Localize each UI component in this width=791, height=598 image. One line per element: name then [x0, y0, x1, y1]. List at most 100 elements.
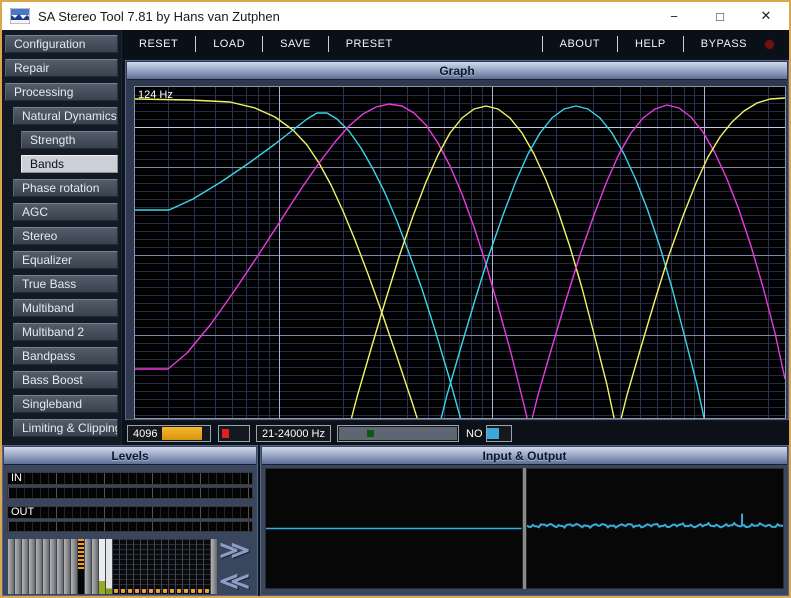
output-meter-label: OUT	[8, 507, 34, 518]
level-meter-bar	[120, 539, 126, 594]
level-meter-bar	[99, 539, 105, 594]
level-meter-bar	[162, 539, 168, 594]
level-meter-bar	[57, 539, 63, 594]
level-meter-bar	[134, 539, 140, 594]
level-meter-bar	[190, 539, 196, 594]
level-meter-bar	[127, 539, 133, 594]
input-output-panel-title: Input & Output	[262, 447, 787, 465]
frequency-slider[interactable]	[337, 425, 459, 442]
level-meter-bar	[50, 539, 56, 594]
bypass-led-indicator	[764, 39, 775, 50]
graph-status-bar: 4096 21-24000 Hz NO	[122, 422, 789, 445]
level-meter-bar	[8, 539, 14, 594]
sidebar: Configuration Repair Processing Natural Dyn…	[2, 30, 122, 445]
frequency-range-display[interactable]: 21-24000 Hz	[256, 425, 331, 442]
level-meter-bar	[36, 539, 42, 594]
level-meter-bar	[29, 539, 35, 594]
toolbar-button-preset[interactable]: PRESET	[329, 30, 410, 58]
sidebar-item-bandpass[interactable]: Bandpass	[13, 347, 118, 365]
meters-collapse-button[interactable]: ≪	[219, 570, 250, 594]
input-level-meter: IN	[7, 472, 253, 485]
absolute-toggle-off	[499, 428, 509, 439]
sidebar-item-equalizer[interactable]: Equalizer	[13, 251, 118, 269]
sidebar-item-stereo[interactable]: Stereo	[13, 227, 118, 245]
sidebar-item-bass-boost[interactable]: Bass Boost	[13, 371, 118, 389]
level-meter-bar	[155, 539, 161, 594]
clip-indicator-bar	[222, 429, 229, 438]
fft-size-bar	[162, 427, 202, 440]
level-meter-bar	[22, 539, 28, 594]
sidebar-item-phase-rotation[interactable]: Phase rotation	[13, 179, 118, 197]
levels-panel: Levels IN OUT ≫ ≪	[2, 445, 258, 596]
level-meter-bar	[78, 539, 84, 594]
levels-panel-title: Levels	[4, 447, 256, 465]
input-output-panel: Input & Output	[260, 445, 789, 596]
maximize-button[interactable]: □	[697, 2, 743, 30]
app-icon	[10, 8, 30, 24]
level-meter-bar	[176, 539, 182, 594]
level-meter-bar	[85, 539, 91, 594]
frequency-slider-handle[interactable]	[367, 430, 374, 437]
toolbar: RESETLOADSAVEPRESET ABOUTHELPBYPASS	[122, 30, 789, 58]
close-button[interactable]: ✕	[743, 2, 789, 30]
level-meter-bar	[113, 539, 119, 594]
level-meter-bar	[204, 539, 210, 594]
sidebar-item-strength[interactable]: Strength	[21, 131, 118, 149]
fft-size-value: 4096	[128, 428, 162, 440]
sidebar-item-bands[interactable]: Bands	[21, 155, 118, 173]
graph-panel-title: Graph	[127, 62, 787, 80]
input-waveform-display	[265, 468, 523, 589]
toolbar-button-about[interactable]: ABOUT	[543, 30, 617, 58]
minimize-button[interactable]: −	[651, 2, 697, 30]
level-meter-bar	[169, 539, 175, 594]
filter-curve-band-5	[435, 106, 709, 418]
absolute-toggle-on	[487, 428, 499, 439]
toolbar-button-save[interactable]: SAVE	[263, 30, 328, 58]
fft-size-control[interactable]: 4096	[127, 425, 211, 442]
level-meter-bar	[92, 539, 98, 594]
sidebar-item-limiting-clipping[interactable]: Limiting & Clipping	[13, 419, 118, 437]
meters-expand-button[interactable]: ≫	[219, 539, 250, 563]
absolute-toggle[interactable]	[486, 425, 512, 442]
output-level-meter-2	[7, 521, 253, 532]
level-meter-bar	[148, 539, 154, 594]
level-meter-bar	[106, 539, 112, 594]
band-level-meters	[8, 539, 217, 594]
level-meter-bar	[15, 539, 21, 594]
waveform-trace	[527, 514, 784, 528]
level-meter-bar	[141, 539, 147, 594]
level-meter-bar	[197, 539, 203, 594]
toolbar-button-help[interactable]: HELP	[618, 30, 683, 58]
sidebar-item-agc[interactable]: AGC	[13, 203, 118, 221]
sidebar-item-singleband[interactable]: Singleband	[13, 395, 118, 413]
sidebar-item-natural-dynamics[interactable]: Natural Dynamics	[13, 107, 118, 125]
sidebar-item-true-bass[interactable]: True Bass	[13, 275, 118, 293]
absolute-toggle-label: NO	[463, 428, 486, 440]
level-meter-bar	[71, 539, 77, 594]
app-window: SA Stereo Tool 7.81 by Hans van Zutphen …	[0, 0, 791, 598]
input-level-meter-2	[7, 487, 253, 499]
sidebar-item-configuration[interactable]: Configuration	[5, 35, 118, 53]
level-meter-bar	[64, 539, 70, 594]
frequency-slider-track[interactable]	[339, 427, 457, 440]
level-meter-bar	[183, 539, 189, 594]
input-meter-label: IN	[8, 473, 22, 484]
frequency-range-value: 21-24000 Hz	[257, 428, 330, 440]
output-level-meter: OUT	[7, 506, 253, 519]
toolbar-button-bypass[interactable]: BYPASS	[684, 30, 764, 58]
clip-indicator[interactable]	[218, 425, 250, 442]
title-bar: SA Stereo Tool 7.81 by Hans van Zutphen …	[2, 2, 789, 30]
sidebar-item-repair[interactable]: Repair	[5, 59, 118, 77]
sidebar-item-multiband[interactable]: Multiband	[13, 299, 118, 317]
sidebar-item-processing[interactable]: Processing	[5, 83, 118, 101]
output-waveform-display	[526, 468, 785, 589]
level-meter-bar	[43, 539, 49, 594]
window-title: SA Stereo Tool 7.81 by Hans van Zutphen	[38, 9, 280, 24]
toolbar-button-reset[interactable]: RESET	[122, 30, 195, 58]
sidebar-item-multiband-2[interactable]: Multiband 2	[13, 323, 118, 341]
graph-panel: Graph 124 Hz	[125, 60, 789, 420]
toolbar-button-load[interactable]: LOAD	[196, 30, 262, 58]
graph-canvas[interactable]: 124 Hz	[134, 86, 786, 419]
filter-curve-band-2	[135, 113, 463, 418]
graph-frequency-label: 124 Hz	[138, 89, 173, 101]
